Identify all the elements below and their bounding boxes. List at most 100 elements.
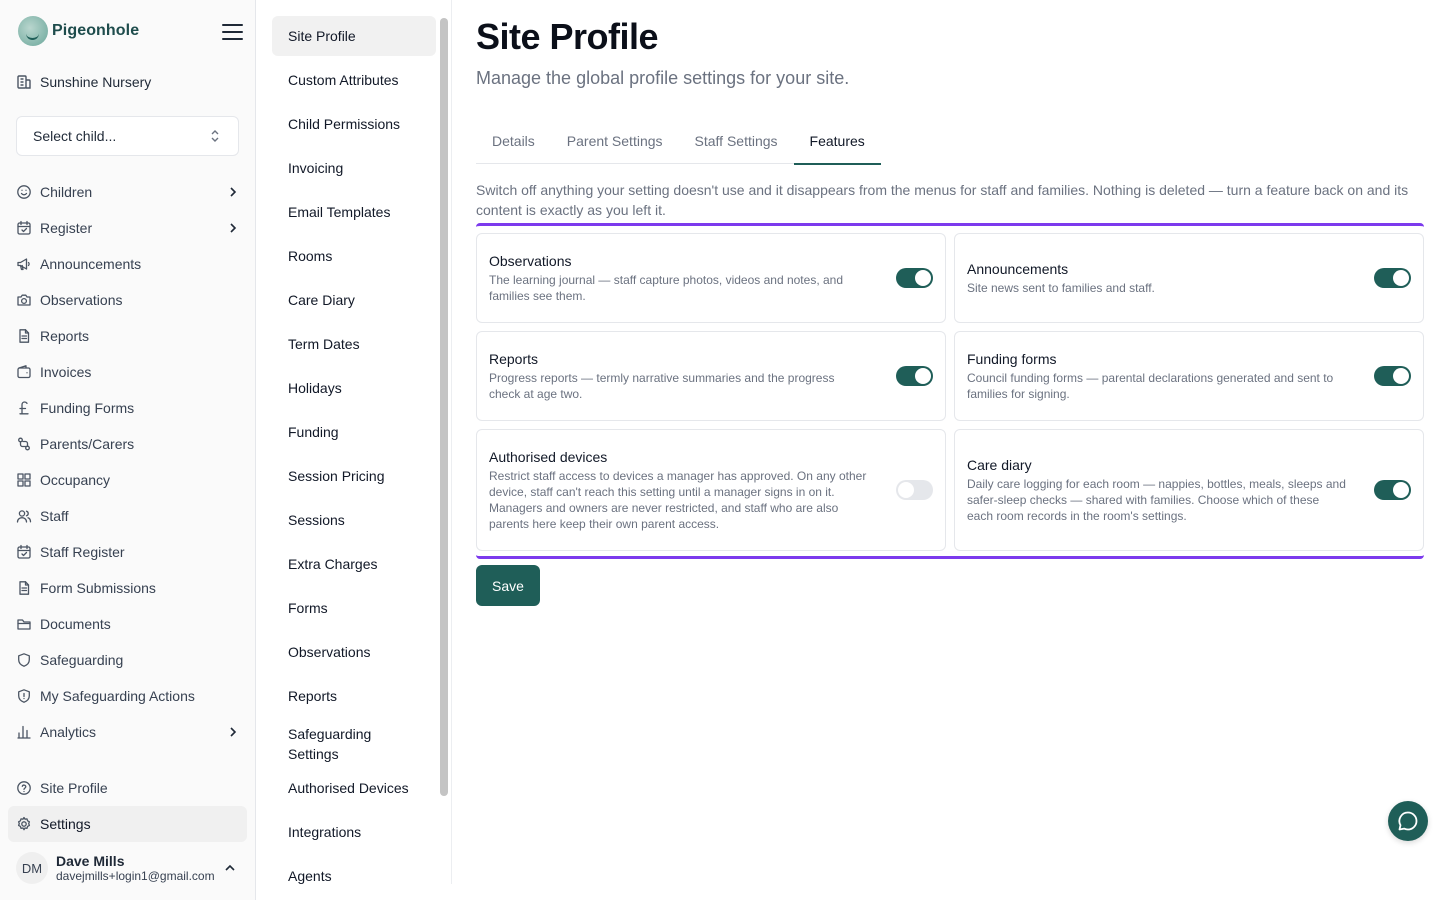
sidebar-item-staff[interactable]: Staff — [8, 498, 247, 534]
sidebar-item-documents[interactable]: Documents — [8, 606, 247, 642]
feature-description: Council funding forms — parental declara… — [967, 370, 1334, 401]
sidebar-item-site-profile[interactable]: Site Profile — [8, 770, 247, 806]
sidebar-item-children[interactable]: Children — [8, 174, 247, 210]
pound-icon — [16, 400, 32, 416]
feature-card-announcements: Announcements Site news sent to families … — [954, 233, 1424, 323]
settings-nav-session-pricing[interactable]: Session Pricing — [272, 456, 436, 496]
feature-toggle-reports[interactable] — [896, 366, 933, 386]
main-nav: Children Register Announcements Observation… — [8, 174, 247, 750]
sidebar-item-label: Staff — [40, 508, 69, 524]
settings-nav-term-dates[interactable]: Term Dates — [272, 324, 436, 364]
shield-alert-icon — [16, 688, 32, 704]
settings-nav-funding[interactable]: Funding — [272, 412, 436, 452]
sidebar-item-parents-carers[interactable]: Parents/Carers — [8, 426, 247, 462]
sidebar-item-funding-forms[interactable]: Funding Forms — [8, 390, 247, 426]
feature-toggle-funding-forms[interactable] — [1374, 366, 1411, 386]
megaphone-icon — [16, 256, 32, 272]
features-grid: Observations The learning journal — staff… — [476, 233, 1424, 551]
sidebar-item-label: Analytics — [40, 724, 97, 740]
bar-chart-icon — [16, 724, 32, 740]
settings-nav-authorised-devices[interactable]: Authorised Devices — [272, 768, 436, 808]
settings-nav-site-profile[interactable]: Site Profile — [272, 16, 436, 56]
feature-title: Reports — [489, 350, 539, 367]
brand[interactable]: Pigeonhole — [18, 16, 139, 46]
sidebar-item-observations[interactable]: Observations — [8, 282, 247, 318]
sidebar-item-label: Documents — [40, 616, 111, 632]
child-select[interactable]: Select child... — [16, 116, 239, 156]
brand-name: Pigeonhole — [52, 22, 140, 39]
settings-nav-extra-charges[interactable]: Extra Charges — [272, 544, 436, 584]
page-title: Site Profile — [476, 16, 659, 57]
settings-nav-rooms[interactable]: Rooms — [272, 236, 436, 276]
sidebar-item-announcements[interactable]: Announcements — [8, 246, 247, 282]
feature-title: Announcements — [967, 260, 1069, 277]
sidebar-item-register[interactable]: Register — [8, 210, 247, 246]
settings-nav-email-templates[interactable]: Email Templates — [272, 192, 436, 232]
sidebar-item-invoices[interactable]: Invoices — [8, 354, 247, 390]
feature-description: Daily care logging for each room — nappi… — [967, 476, 1346, 523]
feature-toggle-announcements[interactable] — [1374, 268, 1411, 288]
tab-features[interactable]: Features — [793, 118, 882, 165]
settings-nav-invoicing[interactable]: Invoicing — [272, 148, 436, 188]
settings-nav-care-diary[interactable]: Care Diary — [272, 280, 436, 320]
settings-nav-child-permissions[interactable]: Child Permissions — [272, 104, 436, 144]
wallet-icon — [16, 364, 32, 380]
sidebar-item-safeguarding[interactable]: Safeguarding — [8, 642, 247, 678]
settings-nav-forms[interactable]: Forms — [272, 588, 436, 628]
chevron-right-icon — [230, 727, 237, 737]
pigeonhole-logo-icon — [18, 16, 48, 46]
settings-nav-sessions[interactable]: Sessions — [272, 500, 436, 540]
feature-description: Restrict staff access to devices a manag… — [489, 468, 867, 531]
file-text-icon — [16, 328, 32, 344]
settings-nav-integrations[interactable]: Integrations — [272, 812, 436, 852]
subnav-scrollbar[interactable] — [440, 18, 448, 796]
feature-toggle-care-diary[interactable] — [1374, 480, 1411, 500]
smile-icon — [16, 184, 32, 200]
sidebar-item-label: Settings — [40, 816, 91, 832]
chevron-up-icon — [225, 864, 235, 871]
sidebar-item-label: Occupancy — [40, 472, 111, 488]
grid-icon — [16, 472, 32, 488]
building-icon — [17, 75, 31, 89]
tab-staff-settings[interactable]: Staff Settings — [679, 118, 794, 164]
sidebar-item-label: Form Submissions — [40, 580, 156, 596]
sidebar-item-settings[interactable]: Settings — [8, 806, 247, 842]
tab-parent-settings[interactable]: Parent Settings — [551, 118, 679, 164]
settings-nav-holidays[interactable]: Holidays — [272, 368, 436, 408]
sidebar-item-label: Site Profile — [40, 780, 108, 796]
gear-icon — [16, 816, 32, 832]
feature-toggle-observations[interactable] — [896, 268, 933, 288]
sidebar-item-staff-register[interactable]: Staff Register — [8, 534, 247, 570]
sidebar: Pigeonhole Sunshine Nursery Select child… — [0, 0, 256, 900]
features-intro: Switch off anything your setting doesn't… — [476, 182, 1409, 218]
settings-nav-observations[interactable]: Observations — [272, 632, 436, 672]
feature-toggle-authorised-devices[interactable] — [896, 480, 933, 500]
site-switcher[interactable]: Sunshine Nursery — [16, 74, 151, 90]
sidebar-item-label: Announcements — [40, 256, 142, 272]
settings-nav-safeguarding-settings[interactable]: Safeguarding Settings — [272, 720, 436, 768]
menu-toggle-icon[interactable] — [222, 24, 243, 40]
page-subtitle: Manage the global profile settings for y… — [476, 68, 850, 88]
chat-button[interactable] — [1388, 801, 1428, 841]
feature-card-care-diary: Care diary Daily care logging for each ro… — [954, 429, 1424, 551]
sidebar-item-reports[interactable]: Reports — [8, 318, 247, 354]
sidebar-item-occupancy[interactable]: Occupancy — [8, 462, 247, 498]
feature-description: Site news sent to families and staff. — [967, 280, 1155, 295]
users-icon — [16, 508, 32, 524]
save-button[interactable]: Save — [476, 565, 540, 606]
feature-card-observations: Observations The learning journal — staff… — [476, 233, 946, 323]
tab-details[interactable]: Details — [476, 118, 551, 164]
sidebar-item-form-submissions[interactable]: Form Submissions — [8, 570, 247, 606]
feature-description: The learning journal — staff capture pho… — [489, 272, 844, 303]
sidebar-item-label: Invoices — [40, 364, 92, 380]
nav-bottom: Site Profile Settings — [8, 770, 247, 842]
settings-nav-reports[interactable]: Reports — [272, 676, 436, 716]
settings-nav-custom-attributes[interactable]: Custom Attributes — [272, 60, 436, 100]
settings-nav-agents[interactable]: Agents — [272, 856, 436, 896]
chat-bubble-icon — [1398, 811, 1418, 831]
sidebar-item-my-safeguarding-actions[interactable]: My Safeguarding Actions — [8, 678, 247, 714]
user-menu[interactable]: DM Dave Mills davejmills+login1@gmail.co… — [16, 848, 246, 888]
sidebar-item-analytics[interactable]: Analytics — [8, 714, 247, 750]
folder-icon — [16, 616, 32, 632]
feature-title: Observations — [489, 252, 572, 269]
